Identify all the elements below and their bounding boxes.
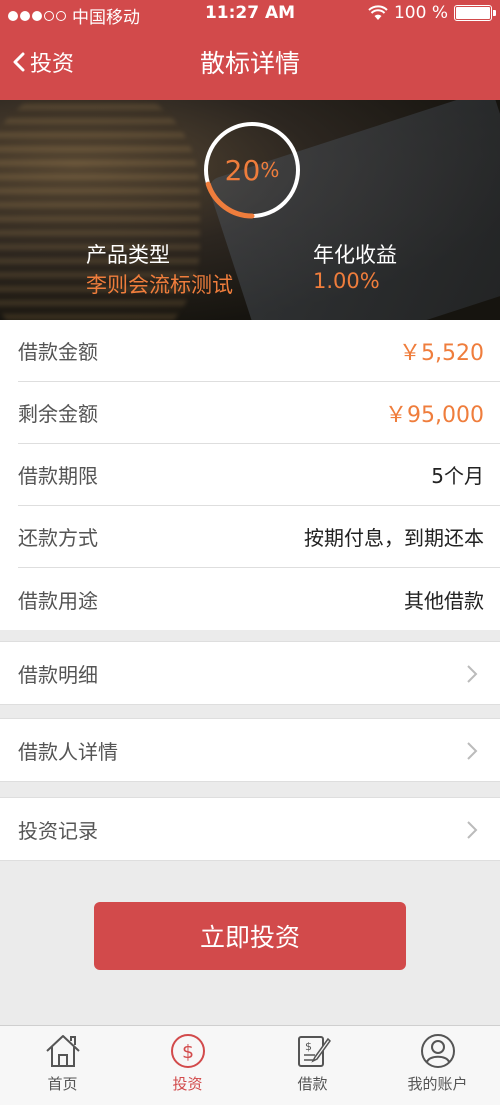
top-bar: 中国移动 11:27 AM 100 % 投资 散标详情	[0, 0, 500, 100]
detail-label: 借款期限	[18, 464, 98, 488]
tab-home[interactable]: 首页	[0, 1026, 125, 1105]
detail-row-amount: 借款金额 ￥5,520	[18, 320, 500, 382]
tab-account[interactable]: 我的账户	[375, 1026, 500, 1105]
page-title: 散标详情	[199, 49, 300, 78]
tab-invest[interactable]: $ 投资	[125, 1026, 250, 1105]
progress-value: 20	[224, 153, 261, 187]
detail-value: 其他借款	[404, 588, 484, 613]
detail-value: ￥95,000	[385, 402, 484, 428]
product-type-label: 产品类型	[86, 243, 170, 267]
tab-label: 我的账户	[407, 1075, 468, 1093]
detail-label: 还款方式	[18, 526, 98, 550]
borrower-details-label: 借款人详情	[18, 739, 118, 764]
detail-row-remaining: 剩余金额 ￥95,000	[18, 382, 500, 444]
detail-label: 借款金额	[18, 340, 98, 364]
loan-note-icon: $	[297, 1036, 331, 1067]
chevron-right-icon	[467, 742, 478, 760]
invest-records-link[interactable]: 投资记录	[0, 797, 500, 861]
status-right: 100 %	[368, 3, 496, 23]
chevron-right-icon	[467, 665, 478, 683]
tab-loan[interactable]: $ 借款	[250, 1026, 375, 1105]
detail-value: ￥5,520	[399, 340, 484, 366]
product-type-value: 李则会流标测试	[86, 273, 233, 297]
detail-row-purpose: 借款用途 其他借款	[18, 568, 500, 630]
detail-value: 按期付息，到期还本	[304, 526, 484, 550]
loan-detail-list: 借款金额 ￥5,520 剩余金额 ￥95,000 借款期限 5个月 还款方式 按…	[0, 320, 500, 630]
invest-now-button[interactable]: 立即投资	[94, 902, 406, 970]
borrower-details-link[interactable]: 借款人详情	[0, 718, 500, 782]
detail-value: 5个月	[431, 464, 484, 488]
progress-percent: 20%	[202, 120, 302, 220]
wifi-icon	[368, 5, 388, 20]
tab-label: 借款	[297, 1075, 328, 1093]
detail-label: 借款用途	[18, 588, 98, 613]
detail-row-term: 借款期限 5个月	[18, 444, 500, 506]
tab-label: 投资	[172, 1075, 203, 1093]
detail-row-repayment: 还款方式 按期付息，到期还本	[18, 506, 500, 568]
loan-details-label: 借款明细	[18, 662, 98, 687]
svg-text:$: $	[305, 1040, 312, 1053]
product-hero: 20% 产品类型 李则会流标测试 年化收益 1.00%	[0, 100, 500, 320]
detail-label: 剩余金额	[18, 402, 98, 426]
svg-text:$: $	[181, 1041, 193, 1063]
battery-icon	[454, 5, 496, 21]
user-icon	[420, 1034, 455, 1068]
loan-details-link[interactable]: 借款明细	[0, 641, 500, 705]
progress-unit: %	[260, 158, 280, 182]
status-bar: 中国移动 11:27 AM 100 %	[0, 0, 500, 30]
tab-bar: 首页 $ 投资 $ 借款 我的账户	[0, 1025, 500, 1105]
dollar-icon: $	[170, 1034, 205, 1068]
invest-records-label: 投资记录	[18, 818, 98, 843]
home-icon	[45, 1035, 80, 1067]
annual-rate-label: 年化收益	[313, 243, 397, 267]
tab-label: 首页	[47, 1075, 78, 1093]
annual-rate-value: 1.00%	[313, 269, 380, 293]
chevron-right-icon	[467, 821, 478, 839]
nav-bar: 投资 散标详情	[0, 40, 500, 85]
battery-percent: 100 %	[393, 3, 448, 23]
